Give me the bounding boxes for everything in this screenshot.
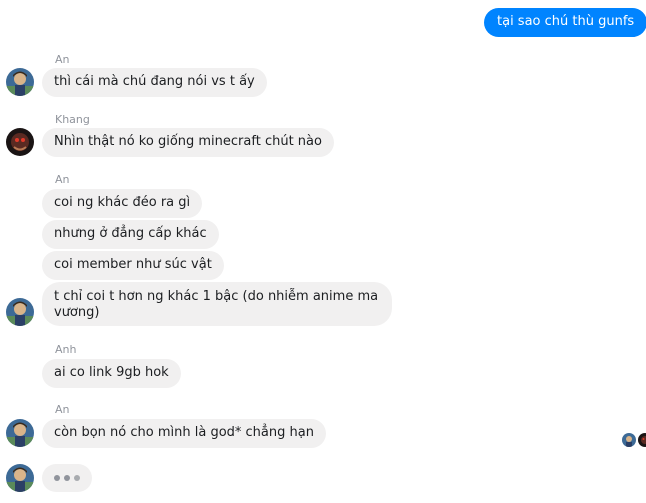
seen-avatar-icon [622, 433, 636, 447]
message-text: thì cái mà chú đang nói vs t ấy [54, 74, 255, 89]
an-avatar[interactable] [6, 464, 34, 492]
message-bubble[interactable]: nhưng ở đẳng cấp khác [42, 220, 219, 249]
sender-name: An [55, 173, 70, 186]
typing-indicator [42, 464, 92, 492]
message-text: coi member như súc vật [54, 257, 212, 272]
message-text: t chỉ coi t hơn ng khác 1 bậc (do nhiễm … [54, 289, 379, 320]
seen-avatar-icon [638, 433, 646, 447]
message-bubble[interactable]: Nhìn thật nó ko giống minecraft chút nào [42, 128, 334, 157]
message-text: coi ng khác đéo ra gì [54, 195, 191, 210]
sender-name: Khang [55, 113, 90, 126]
message-bubble[interactable]: ai co link 9gb hok [42, 359, 181, 388]
message-bubble[interactable]: coi member như súc vật [42, 251, 224, 280]
message-text: Nhìn thật nó ko giống minecraft chút nào [54, 134, 322, 149]
message-bubble[interactable]: thì cái mà chú đang nói vs t ấy [42, 68, 267, 97]
khang-avatar[interactable] [6, 128, 34, 156]
an-avatar[interactable] [6, 68, 34, 96]
message-bubble[interactable]: t chỉ coi t hơn ng khác 1 bậc (do nhiễm … [42, 282, 392, 326]
sender-name: An [55, 53, 70, 66]
message-bubble[interactable]: còn bọn nó cho mình là god* chẳng hạn [42, 419, 326, 448]
typing-dot [54, 475, 60, 481]
typing-dot [74, 475, 80, 481]
message-text: ai co link 9gb hok [54, 365, 169, 380]
message-bubble[interactable]: coi ng khác đéo ra gì [42, 189, 203, 218]
outgoing-message[interactable]: tại sao chú thù gunfs [484, 8, 646, 37]
sender-name: Anh [55, 343, 77, 356]
an-avatar[interactable] [6, 298, 34, 326]
message-text: còn bọn nó cho mình là god* chẳng hạn [54, 425, 314, 440]
message-text: nhưng ở đẳng cấp khác [54, 226, 207, 241]
sender-name: An [55, 403, 70, 416]
typing-dot [64, 475, 70, 481]
outgoing-message-text: tại sao chú thù gunfs [497, 14, 635, 29]
an-avatar[interactable] [6, 419, 34, 447]
